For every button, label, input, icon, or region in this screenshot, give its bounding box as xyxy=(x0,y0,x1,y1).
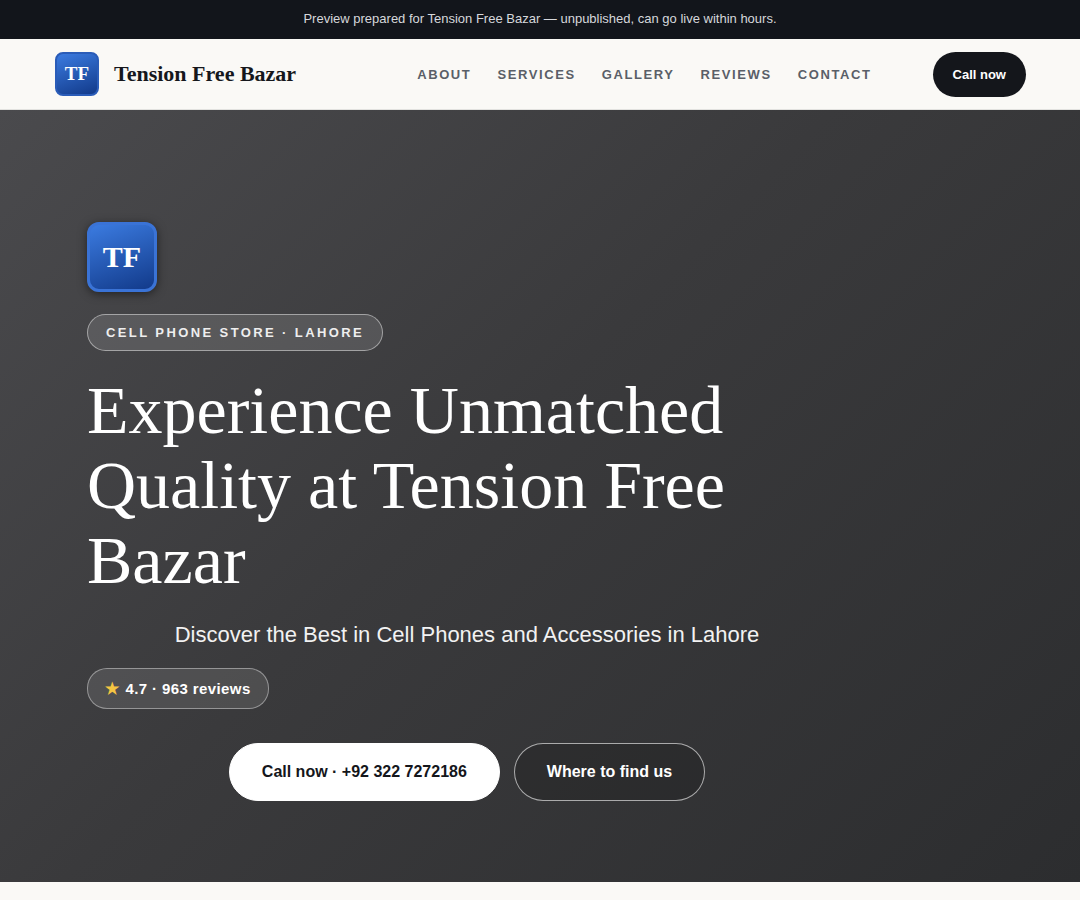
hero-content: TF CELL PHONE STORE · LAHORE Experience Un… xyxy=(87,110,847,801)
nav-link[interactable]: ABOUT xyxy=(417,67,471,82)
nav-link[interactable]: REVIEWS xyxy=(701,67,772,82)
brand-name: Tension Free Bazar xyxy=(114,61,296,87)
nav-link[interactable]: CONTACT xyxy=(798,67,872,82)
brand[interactable]: TF Tension Free Bazar xyxy=(55,52,296,96)
star-icon: ★ xyxy=(105,679,119,698)
eyebrow-badge: CELL PHONE STORE · LAHORE xyxy=(87,314,383,351)
nav-link[interactable]: SERVICES xyxy=(497,67,575,82)
hero-button[interactable]: Where to find us xyxy=(514,743,705,801)
logo-icon: TF xyxy=(55,52,99,96)
site-header: TF Tension Free Bazar ABOUT SERVICES GALLERY… xyxy=(0,39,1080,110)
rating-text: 4.7 · 963 reviews xyxy=(125,680,250,697)
call-button[interactable]: Call now xyxy=(933,52,1026,97)
hero: TF CELL PHONE STORE · LAHORE Experience Un… xyxy=(0,110,1080,882)
hero-subtitle: Discover the Best in Cell Phones and Acc… xyxy=(87,622,847,648)
preview-banner: Preview prepared for Tension Free Bazar … xyxy=(0,0,1080,39)
nav-link[interactable]: GALLERY xyxy=(602,67,675,82)
hero-logo-icon: TF xyxy=(87,222,157,292)
main-nav: ABOUT SERVICES GALLERY REVIEWS CONTACT xyxy=(417,67,871,82)
next-section xyxy=(0,882,1080,900)
hero-actions: Call now · +92 322 7272186Where to find … xyxy=(87,743,847,801)
hero-button[interactable]: Call now · +92 322 7272186 xyxy=(229,743,500,801)
rating-badge: ★ 4.7 · 963 reviews xyxy=(87,668,269,709)
page: Preview prepared for Tension Free Bazar … xyxy=(0,0,1080,900)
hero-title: Experience Unmatched Quality at Tension … xyxy=(87,373,767,598)
